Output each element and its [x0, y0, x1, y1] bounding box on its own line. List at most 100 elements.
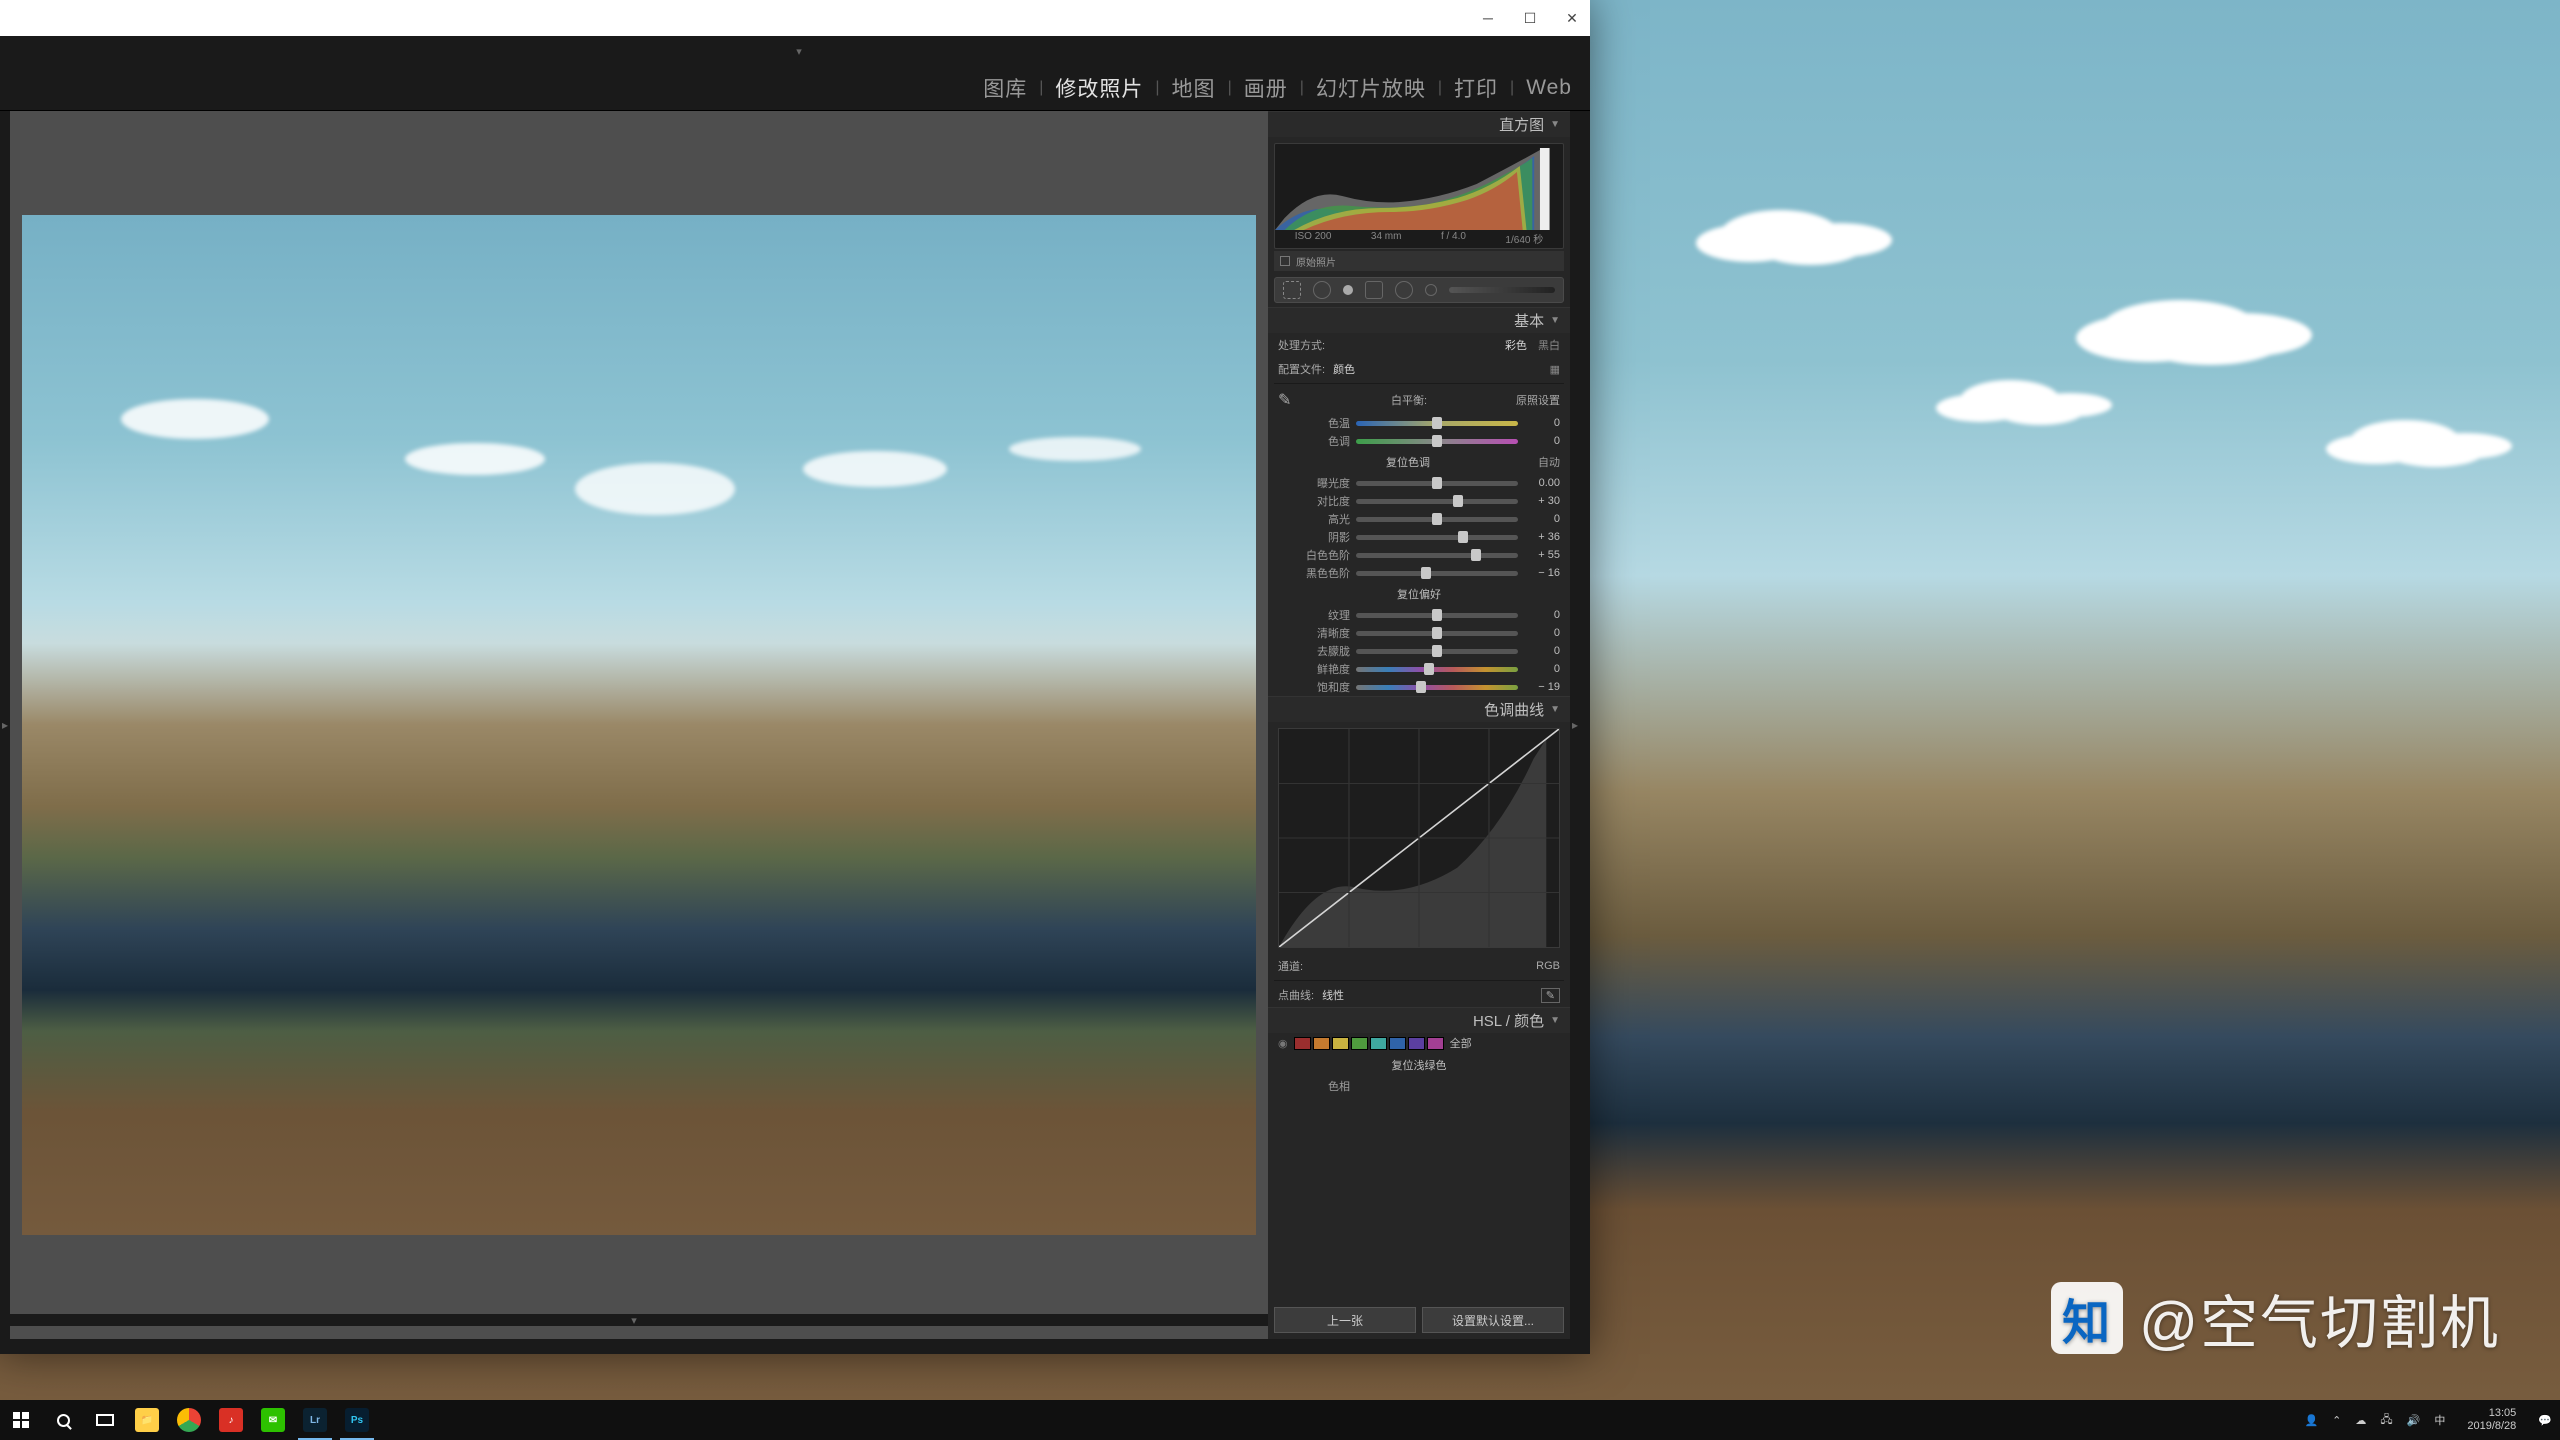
tray-network-icon[interactable]: 🖧	[2380, 1411, 2392, 1430]
maximize-button[interactable]: ☐	[1520, 8, 1540, 28]
slider-value[interactable]: 0	[1524, 609, 1560, 621]
slider-track[interactable]	[1356, 499, 1518, 504]
slider-thumb[interactable]	[1432, 609, 1442, 621]
brush-tool[interactable]	[1425, 284, 1437, 296]
treatment-bw[interactable]: 黑白	[1538, 340, 1560, 352]
app-photoshop[interactable]: Ps	[336, 1400, 378, 1440]
window-titlebar[interactable]: ─ ☐ ✕	[0, 0, 1590, 36]
set-default-button[interactable]: 设置默认设置...	[1422, 1307, 1564, 1333]
slider-track[interactable]	[1356, 649, 1518, 654]
slider-track[interactable]	[1356, 571, 1518, 576]
slider-track[interactable]	[1356, 517, 1518, 522]
module-print[interactable]: 打印	[1450, 73, 1502, 103]
slider-thumb[interactable]	[1432, 627, 1442, 639]
prev-button[interactable]: 上一张	[1274, 1307, 1416, 1333]
color-swatch[interactable]	[1370, 1037, 1387, 1050]
tray-chevron-icon[interactable]: ⌃	[2332, 1414, 2341, 1427]
curve-header[interactable]: 色调曲线 ▼	[1268, 696, 1570, 722]
module-book[interactable]: 画册	[1240, 73, 1292, 103]
redeye-tool[interactable]	[1343, 285, 1353, 295]
slider-track[interactable]	[1356, 685, 1518, 690]
app-explorer[interactable]: 📁	[126, 1400, 168, 1440]
point-curve-value[interactable]: 线性	[1322, 987, 1344, 1003]
hsl-all-label[interactable]: 全部	[1450, 1035, 1472, 1051]
action-center-icon[interactable]: 💬	[2538, 1414, 2552, 1427]
eyedropper-icon[interactable]: ✎	[1278, 390, 1302, 410]
tool-size-slider[interactable]	[1449, 287, 1555, 293]
slider-thumb[interactable]	[1424, 663, 1434, 675]
start-button[interactable]	[0, 1400, 42, 1440]
filmstrip-toggle[interactable]: ▾	[0, 1314, 1268, 1326]
app-chrome[interactable]	[168, 1400, 210, 1440]
crop-tool[interactable]	[1283, 281, 1301, 299]
close-button[interactable]: ✕	[1562, 8, 1582, 28]
slider-thumb[interactable]	[1453, 495, 1463, 507]
tray-ime[interactable]: 中	[2434, 1412, 2445, 1428]
slider-thumb[interactable]	[1432, 435, 1442, 447]
basic-header[interactable]: 基本 ▼	[1268, 307, 1570, 333]
color-swatch[interactable]	[1408, 1037, 1425, 1050]
slider-thumb[interactable]	[1432, 417, 1442, 429]
slider-thumb[interactable]	[1432, 477, 1442, 489]
app-wechat[interactable]: ✉	[252, 1400, 294, 1440]
slider-thumb[interactable]	[1432, 513, 1442, 525]
module-library[interactable]: 图库	[979, 73, 1031, 103]
left-rail-toggle[interactable]: ▸	[0, 111, 10, 1339]
radial-tool[interactable]	[1395, 281, 1413, 299]
windows-taskbar[interactable]: 📁 ♪ ✉ Lr Ps 👤 ⌃ ☁ 🖧 🔊 中 13:05 2019/8/28 …	[0, 1400, 2560, 1440]
color-swatch[interactable]	[1294, 1037, 1311, 1050]
treatment-color[interactable]: 彩色	[1505, 340, 1527, 352]
tray-volume-icon[interactable]: 🔊	[2407, 1414, 2421, 1427]
slider-value[interactable]: − 16	[1524, 567, 1560, 579]
slider-value[interactable]: 0	[1524, 663, 1560, 675]
slider-track[interactable]	[1356, 481, 1518, 486]
slider-thumb[interactable]	[1421, 567, 1431, 579]
module-map[interactable]: 地图	[1168, 73, 1220, 103]
module-slideshow[interactable]: 幻灯片放映	[1312, 73, 1430, 103]
slider-track[interactable]	[1356, 631, 1518, 636]
color-swatch[interactable]	[1351, 1037, 1368, 1050]
slider-thumb[interactable]	[1416, 681, 1426, 693]
slider-value[interactable]: 0	[1524, 645, 1560, 657]
tray-people-icon[interactable]: 👤	[2304, 1414, 2318, 1427]
minimize-button[interactable]: ─	[1478, 8, 1498, 28]
slider-value[interactable]: 0	[1524, 417, 1560, 429]
slider-thumb[interactable]	[1458, 531, 1468, 543]
hsl-target-icon[interactable]: ◉	[1278, 1037, 1288, 1050]
curve-channel[interactable]: RGB	[1536, 960, 1560, 972]
slider-value[interactable]: 0	[1524, 627, 1560, 639]
slider-track[interactable]	[1356, 553, 1518, 558]
slider-value[interactable]: − 19	[1524, 681, 1560, 693]
app-netease[interactable]: ♪	[210, 1400, 252, 1440]
image-viewport[interactable]	[10, 111, 1268, 1339]
slider-track[interactable]	[1356, 439, 1518, 444]
curve-edit-icon[interactable]: ✎	[1541, 988, 1560, 1003]
slider-value[interactable]: 0.00	[1524, 477, 1560, 489]
right-rail-toggle[interactable]: ▸	[1570, 111, 1580, 1339]
slider-value[interactable]: 0	[1524, 513, 1560, 525]
chevron-down-icon[interactable]: ▾	[796, 45, 802, 58]
slider-value[interactable]: + 55	[1524, 549, 1560, 561]
color-swatch[interactable]	[1313, 1037, 1330, 1050]
slider-thumb[interactable]	[1432, 645, 1442, 657]
slider-track[interactable]	[1356, 613, 1518, 618]
spot-tool[interactable]	[1313, 281, 1331, 299]
profile-browser-icon[interactable]: ▦	[1550, 363, 1560, 376]
color-swatch[interactable]	[1427, 1037, 1444, 1050]
color-swatch[interactable]	[1389, 1037, 1406, 1050]
checkbox-icon[interactable]	[1280, 256, 1290, 266]
module-web[interactable]: Web	[1522, 76, 1576, 100]
slider-value[interactable]: + 36	[1524, 531, 1560, 543]
wb-preset[interactable]: 原照设置	[1516, 392, 1560, 408]
profile-value[interactable]: 颜色	[1325, 361, 1550, 377]
gradient-tool[interactable]	[1365, 281, 1383, 299]
auto-button[interactable]: 自动	[1538, 454, 1560, 470]
taskbar-clock[interactable]: 13:05 2019/8/28	[2459, 1407, 2524, 1433]
slider-track[interactable]	[1356, 667, 1518, 672]
color-swatch[interactable]	[1332, 1037, 1349, 1050]
search-button[interactable]	[42, 1400, 84, 1440]
module-develop[interactable]: 修改照片	[1051, 73, 1147, 103]
tone-curve[interactable]	[1278, 728, 1560, 948]
slider-value[interactable]: 0	[1524, 435, 1560, 447]
slider-value[interactable]: + 30	[1524, 495, 1560, 507]
